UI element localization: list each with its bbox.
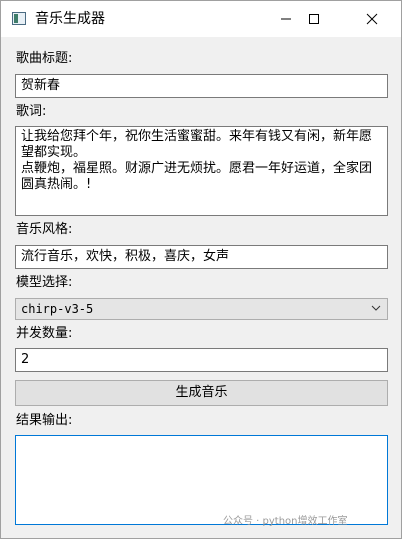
output-label: 结果输出: xyxy=(16,413,73,428)
title-bar: 音乐生成器 xyxy=(1,1,401,37)
generate-music-button[interactable]: 生成音乐 xyxy=(15,380,388,406)
window-title: 音乐生成器 xyxy=(35,11,105,27)
close-icon xyxy=(366,13,378,25)
maximize-icon xyxy=(309,14,319,24)
model-select[interactable]: chirp-v3-5 xyxy=(15,298,388,320)
watermark: 公众号 · python增效工作室 xyxy=(223,516,348,527)
lyrics-label: 歌词: xyxy=(16,104,47,119)
app-icon xyxy=(12,12,26,25)
app-window: 音乐生成器 歌曲标题: 贺新春 歌词: 让我给您拜个年，祝你生活蜜蜜甜。来年有钱… xyxy=(0,0,402,539)
chevron-down-icon xyxy=(371,305,381,311)
concurrency-label: 并发数量: xyxy=(16,326,73,341)
lyrics-textarea[interactable]: 让我给您拜个年，祝你生活蜜蜜甜。来年有钱又有闲，新年愿望都实现。 点鞭炮，福星照… xyxy=(15,126,388,216)
maximize-button[interactable] xyxy=(291,1,337,37)
output-textarea[interactable] xyxy=(15,435,388,525)
song-title-input[interactable]: 贺新春 xyxy=(15,74,388,98)
concurrency-input[interactable]: 2 xyxy=(15,348,388,372)
song-title-label: 歌曲标题: xyxy=(16,51,73,66)
style-input[interactable]: 流行音乐，欢快，积极，喜庆，女声 xyxy=(15,245,388,269)
style-label: 音乐风格: xyxy=(16,222,73,237)
model-select-value: chirp-v3-5 xyxy=(21,302,94,316)
model-label: 模型选择: xyxy=(16,275,73,290)
close-button[interactable] xyxy=(349,1,395,37)
